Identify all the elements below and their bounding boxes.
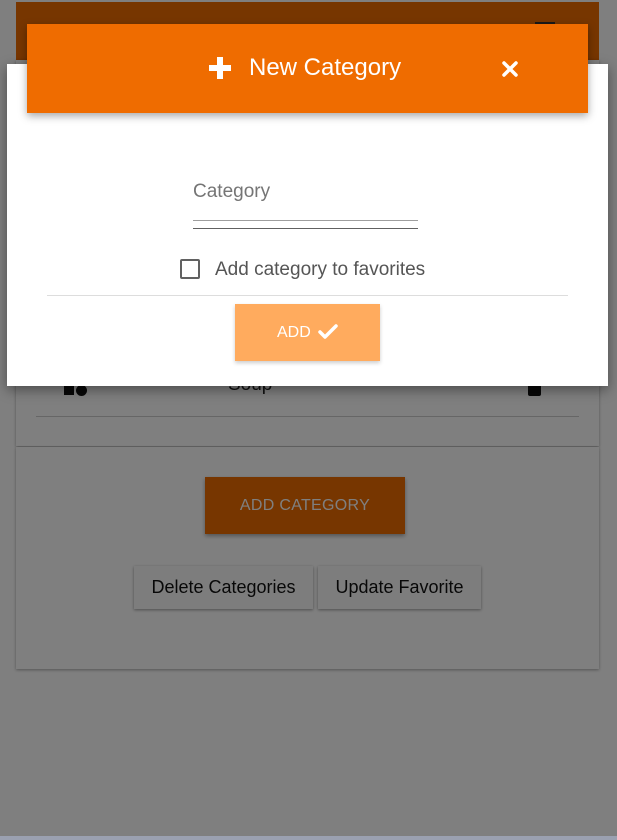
category-input[interactable] (193, 174, 418, 210)
check-icon (318, 324, 338, 339)
favorite-checkbox-label[interactable]: Add category to favorites (215, 259, 425, 281)
plus-icon (209, 57, 231, 79)
app-page: Soup Favorite ADD CATEGORY Delete Catego… (0, 0, 617, 840)
category-field (193, 174, 418, 234)
dialog-divider (47, 295, 568, 296)
dialog-title: New Category (249, 54, 402, 81)
dialog-header: New Category (27, 24, 588, 113)
favorite-checkbox[interactable] (180, 259, 200, 279)
add-button[interactable]: ADD (235, 304, 380, 361)
add-button-label: ADD (277, 324, 311, 341)
input-underline (193, 220, 418, 221)
bottom-edge (0, 836, 617, 840)
close-icon[interactable] (500, 59, 520, 79)
input-underline-secondary (193, 228, 418, 229)
